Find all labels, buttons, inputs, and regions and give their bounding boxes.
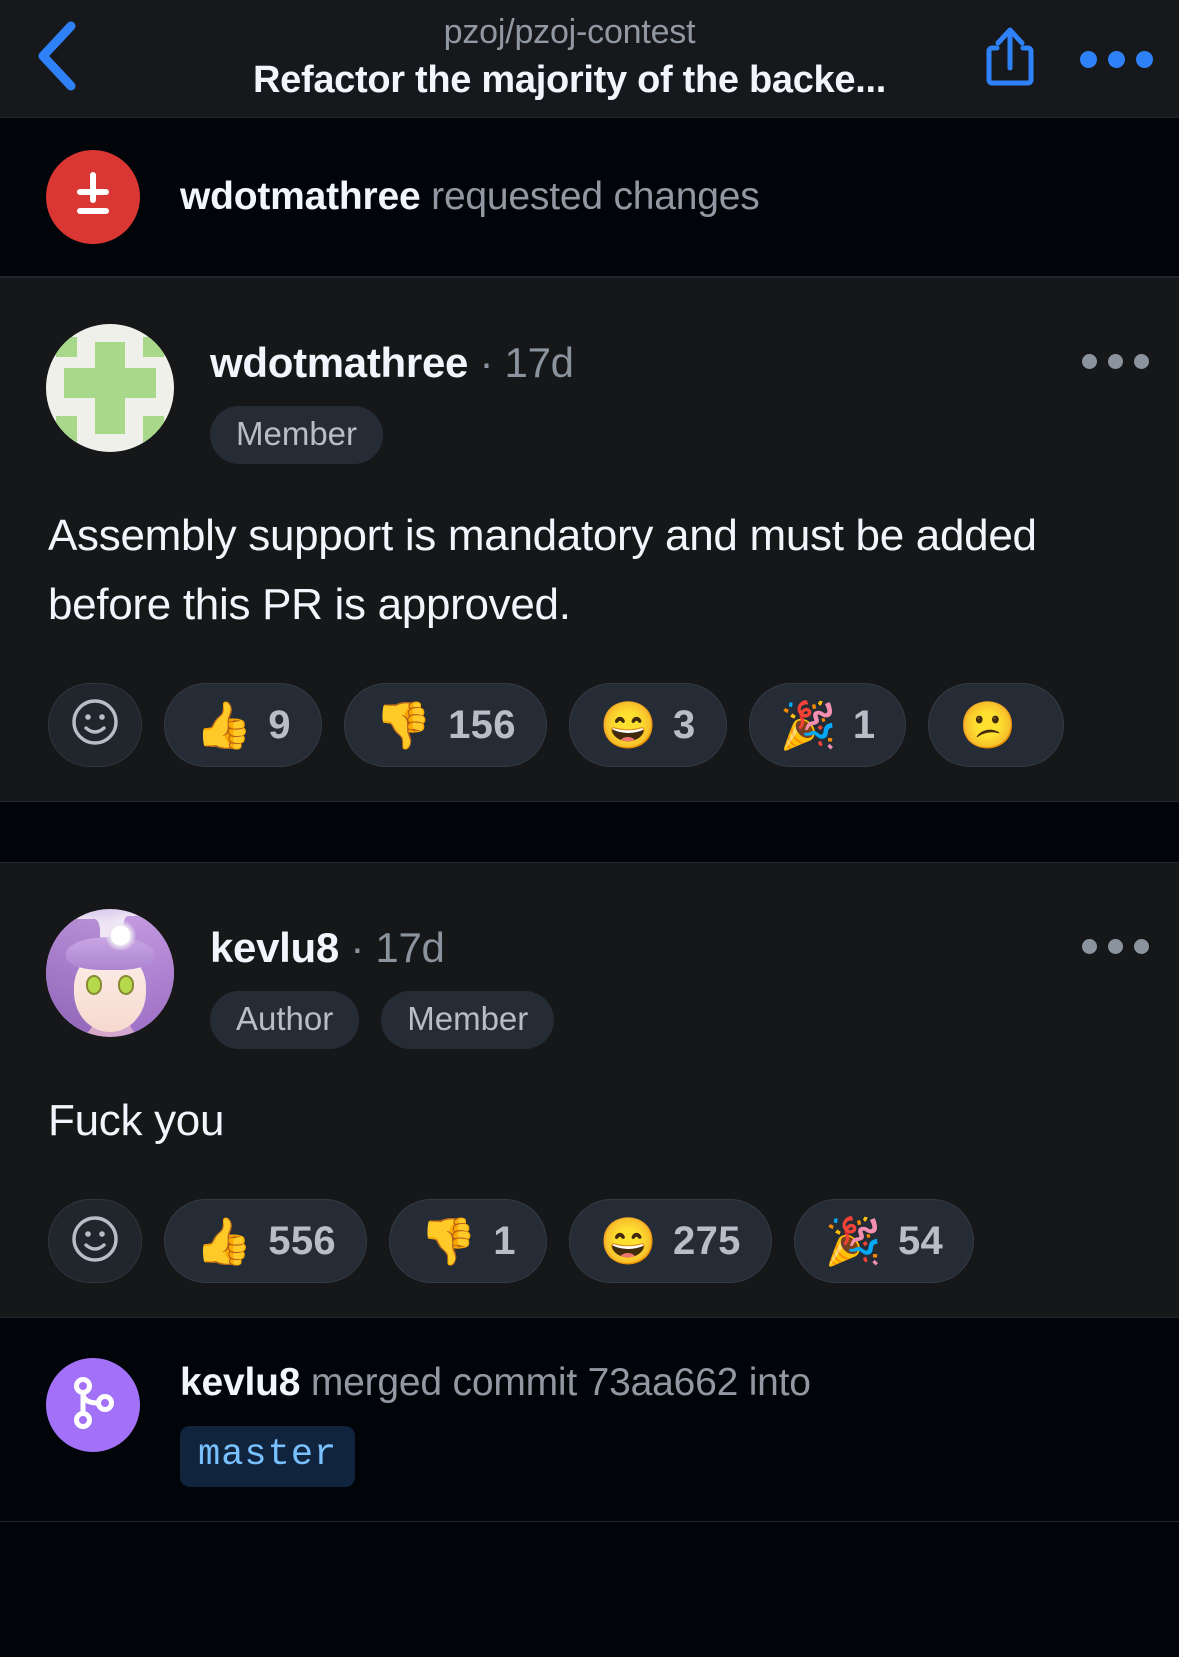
share-icon — [985, 26, 1035, 93]
reaction-count: 1 — [852, 702, 876, 747]
avatar-detail — [117, 975, 135, 995]
reaction-thumbs-down[interactable]: 👎 1 — [388, 1199, 547, 1284]
author-role-chips: Author Member — [210, 991, 1064, 1050]
avatar-detail — [85, 975, 103, 995]
avatar-pixel — [143, 416, 164, 442]
comment-header: kevlu8 · 17d Author Member — [46, 908, 1149, 1050]
add-reaction-button[interactable] — [48, 1199, 142, 1284]
avatar-pixel — [143, 336, 164, 358]
hooray-icon: 🎉 — [824, 1215, 882, 1268]
reaction-bar: 👍 9 👎 156 😄 3 🎉 1 😕 — [48, 682, 1149, 767]
event-description: kevlu8 merged commit 73aa662 into — [180, 1356, 811, 1410]
reaction-thumbs-up[interactable]: 👍 9 — [164, 682, 322, 767]
comment-meta: kevlu8 · 17d — [210, 923, 1064, 973]
hooray-icon: 🎉 — [779, 698, 837, 751]
diff-icon — [70, 170, 116, 225]
event-actor[interactable]: kevlu8 — [180, 1361, 300, 1404]
comment-meta-group: kevlu8 · 17d Author Member — [210, 909, 1064, 1050]
navigation-bar: pzoj/pzoj-contest Refactor the majority … — [0, 0, 1179, 118]
comment-more-button[interactable] — [1082, 324, 1149, 369]
comment-more-button[interactable] — [1082, 909, 1149, 954]
more-horizontal-icon — [1079, 50, 1153, 68]
smiley-outline-icon — [70, 1214, 120, 1269]
reaction-count: 156 — [448, 702, 516, 747]
laugh-icon: 😄 — [599, 1215, 658, 1268]
more-horizontal-icon — [1134, 938, 1149, 954]
event-action: requested changes — [431, 175, 760, 219]
nav-actions — [979, 0, 1165, 118]
role-badge: Member — [210, 406, 384, 465]
role-badge-author: Author — [210, 991, 360, 1050]
back-button[interactable] — [20, 18, 92, 94]
add-reaction-button[interactable] — [48, 682, 142, 767]
more-horizontal-icon — [1108, 938, 1123, 954]
comment-author[interactable]: wdotmathree — [210, 339, 468, 386]
reaction-laugh[interactable]: 😄 3 — [568, 682, 727, 767]
avatar[interactable] — [46, 324, 174, 452]
thumbs-up-icon: 👍 — [195, 1215, 253, 1268]
reaction-thumbs-up[interactable]: 👍 556 — [164, 1199, 367, 1284]
commit-sha[interactable]: 73aa662 — [588, 1361, 739, 1404]
more-horizontal-icon — [1108, 354, 1123, 369]
smiley-outline-icon — [70, 697, 120, 752]
reaction-count: 275 — [673, 1219, 741, 1264]
reaction-count: 556 — [268, 1219, 336, 1264]
comment-body: Assembly support is mandatory and must b… — [48, 511, 1037, 629]
git-merge-icon — [69, 1376, 117, 1435]
comment-timestamp: 17d — [375, 923, 445, 971]
branch-chip[interactable]: master — [180, 1426, 356, 1488]
comment-card[interactable]: kevlu8 · 17d Author Member Fuck you 👍 55… — [0, 861, 1179, 1319]
pr-timeline: wdotmathree requested changes wdotmathre… — [0, 118, 1179, 1523]
avatar-pixel — [56, 336, 77, 358]
avatar[interactable] — [46, 908, 174, 1037]
page-title: Refactor the majority of the backe... — [253, 59, 886, 102]
thumbs-up-icon: 👍 — [195, 698, 253, 751]
event-description: wdotmathree requested changes — [180, 170, 760, 224]
thumbs-down-icon: 👎 — [419, 1215, 478, 1268]
confused-icon: 😕 — [959, 698, 1017, 751]
comment-body: Fuck you — [48, 1096, 225, 1146]
event-action-before: merged commit — [310, 1361, 577, 1405]
timeline-event-merged[interactable]: kevlu8 merged commit 73aa662 into master — [0, 1318, 1179, 1523]
timeline-gap — [0, 801, 1179, 862]
merged-status-badge — [46, 1358, 140, 1453]
reaction-count: 9 — [268, 702, 291, 747]
reaction-count: 3 — [673, 702, 696, 747]
event-action-after: into — [748, 1361, 811, 1405]
meta-separator: · — [350, 923, 365, 971]
reaction-thumbs-down[interactable]: 👎 156 — [343, 682, 547, 767]
comment-header: wdotmathree · 17d Member — [46, 324, 1149, 465]
reaction-hooray[interactable]: 🎉 1 — [748, 682, 907, 767]
breadcrumb-repo[interactable]: pzoj/pzoj-contest — [444, 12, 696, 53]
comment-card[interactable]: wdotmathree · 17d Member Assembly suppor… — [0, 277, 1179, 802]
reaction-laugh[interactable]: 😄 275 — [568, 1199, 772, 1284]
comment-meta: wdotmathree · 17d — [210, 338, 1064, 388]
thumbs-down-icon: 👎 — [374, 698, 433, 751]
reaction-count: 54 — [897, 1219, 944, 1264]
more-horizontal-icon — [1134, 354, 1149, 369]
avatar-detail — [103, 920, 137, 951]
reaction-count: 1 — [493, 1219, 516, 1264]
reaction-confused[interactable]: 😕 — [928, 682, 1064, 767]
meta-separator: · — [479, 339, 494, 386]
comment-meta-group: wdotmathree · 17d Member — [210, 324, 1064, 465]
reaction-bar: 👍 556 👎 1 😄 275 🎉 54 — [48, 1199, 1149, 1284]
reaction-hooray[interactable]: 🎉 54 — [793, 1199, 975, 1284]
merged-event-body: kevlu8 merged commit 73aa662 into master — [180, 1354, 811, 1488]
share-button[interactable] — [979, 24, 1041, 94]
author-role-chips: Member — [210, 406, 1064, 465]
comment-author[interactable]: kevlu8 — [210, 924, 339, 971]
more-horizontal-icon — [1082, 938, 1097, 954]
role-badge-member: Member — [381, 991, 555, 1050]
review-status-badge — [46, 150, 140, 244]
comment-timestamp: 17d — [504, 339, 574, 386]
event-actor[interactable]: wdotmathree — [180, 175, 421, 218]
timeline-event-requested-changes[interactable]: wdotmathree requested changes — [0, 118, 1179, 277]
more-horizontal-icon — [1082, 354, 1097, 369]
more-options-button[interactable] — [1079, 24, 1153, 94]
avatar-pixel — [56, 416, 77, 442]
laugh-icon: 😄 — [599, 698, 658, 751]
avatar-pixel — [63, 367, 157, 399]
chevron-left-icon — [33, 20, 79, 92]
